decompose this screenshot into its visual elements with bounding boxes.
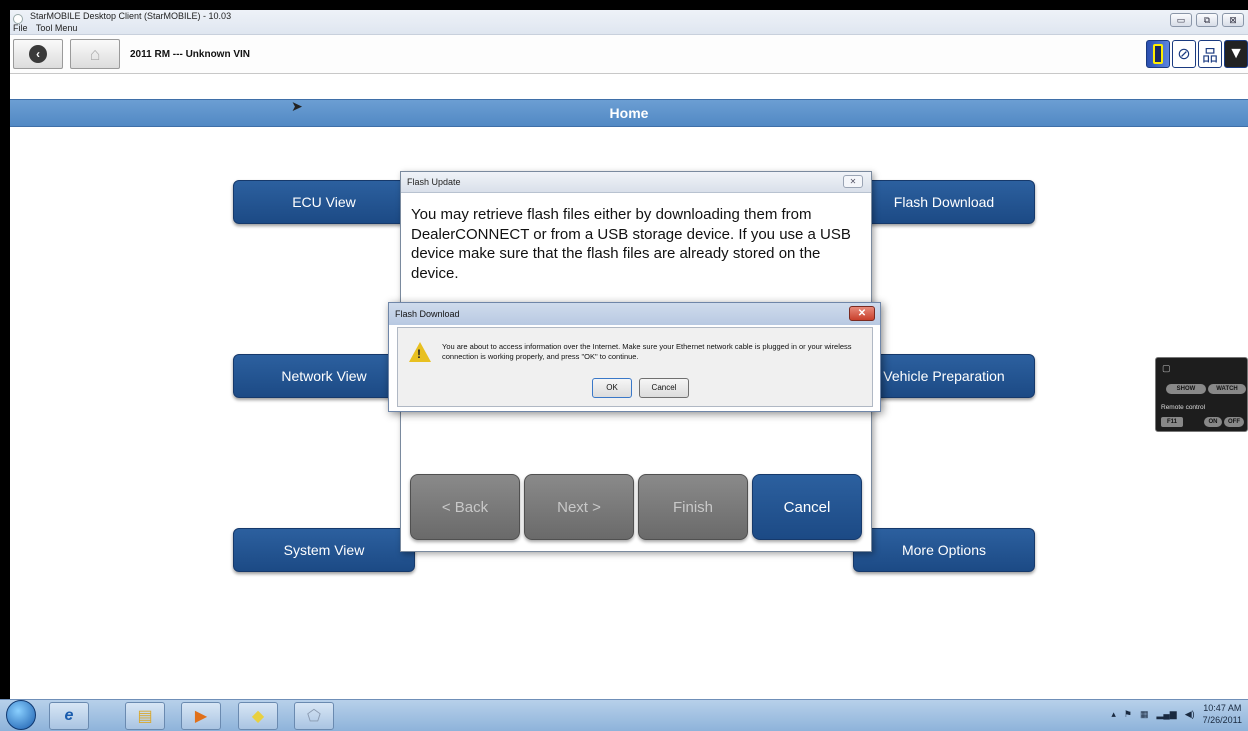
flash-download-button[interactable]: Flash Download <box>853 180 1035 224</box>
start-button[interactable] <box>6 700 36 730</box>
home-button[interactable]: ⌂ <box>70 39 120 69</box>
menu-file[interactable]: File <box>13 23 28 33</box>
internet-explorer-icon[interactable]: e <box>49 702 89 730</box>
close-button[interactable]: ⊠ <box>1222 13 1244 27</box>
network-icon: 品 <box>1198 40 1222 68</box>
window-title: StarMOBILE Desktop Client (StarMOBILE) -… <box>30 11 232 21</box>
menu-bar: File Tool Menu <box>13 23 83 33</box>
cancel-button[interactable]: Cancel <box>639 378 689 398</box>
off-toggle[interactable]: OFF <box>1224 417 1244 427</box>
system-tray: ▴ ⚑ ▦ ▂▄▆ ◀) 10:47 AM 7/26/2011 <box>1111 702 1242 726</box>
next-wizard-button[interactable]: Next > <box>524 474 634 540</box>
watch-toggle[interactable]: WATCH <box>1208 384 1246 394</box>
menu-tool-menu[interactable]: Tool Menu <box>36 23 78 33</box>
back-wizard-button[interactable]: < Back <box>410 474 520 540</box>
remote-key: F11 <box>1161 417 1183 427</box>
finish-wizard-button[interactable]: Finish <box>638 474 748 540</box>
flash-update-close-button[interactable]: ✕ <box>843 175 863 188</box>
flash-download-close-button[interactable]: ✕ <box>849 306 875 321</box>
back-arrow-icon: ‹ <box>29 45 47 63</box>
flash-download-dialog: Flash Download ✕ ! You are about to acce… <box>388 302 881 412</box>
flash-download-body: ! You are about to access information ov… <box>397 327 873 407</box>
toolbar: ‹ ⌂ 2011 RM --- Unknown VIN ⊘ 品 ▼ <box>10 35 1248 74</box>
back-button[interactable]: ‹ <box>13 39 63 69</box>
clock-time: 10:47 AM <box>1203 703 1242 713</box>
flag-icon[interactable]: ⚑ <box>1124 709 1132 720</box>
remote-control-widget: ▢ SHOW WATCH Remote control F11 ON OFF <box>1155 357 1248 432</box>
remote-control-label: Remote control <box>1161 404 1206 411</box>
connector-icon: ▼ <box>1224 40 1248 68</box>
vehicle-info: 2011 RM --- Unknown VIN <box>130 49 251 60</box>
remote-chat-icon: ▢ <box>1162 363 1171 373</box>
starmobile-app-icon[interactable]: ⬠ <box>294 702 334 730</box>
signal-icon[interactable]: ▂▄▆ <box>1156 709 1176 720</box>
title-bar: StarMOBILE Desktop Client (StarMOBILE) -… <box>10 10 1248 35</box>
show-toggle[interactable]: SHOW <box>1166 384 1206 394</box>
app-launcher-icon[interactable]: ◆ <box>238 702 278 730</box>
volume-icon[interactable]: ◀) <box>1185 709 1195 720</box>
flash-update-title: Flash Update <box>401 172 871 193</box>
minimize-button[interactable]: ▭ <box>1170 13 1192 27</box>
flash-download-message: You are about to access information over… <box>442 342 852 361</box>
media-player-icon[interactable]: ▶ <box>181 702 221 730</box>
on-toggle[interactable]: ON <box>1204 417 1222 427</box>
flash-update-message: You may retrieve flash files either by d… <box>411 206 851 282</box>
home-icon: ⌂ <box>89 43 101 64</box>
mouse-cursor-icon: ➤ <box>291 98 303 114</box>
battery-icon <box>1146 40 1170 68</box>
more-options-button[interactable]: More Options <box>853 528 1035 572</box>
maximize-button[interactable]: ⧉ <box>1196 13 1218 27</box>
page-title: Home <box>10 99 1248 127</box>
show-hidden-icons-icon[interactable]: ▴ <box>1111 709 1116 720</box>
clock-date: 7/26/2011 <box>1202 715 1242 725</box>
app-window: StarMOBILE Desktop Client (StarMOBILE) -… <box>10 10 1248 699</box>
wireless-off-icon: ⊘ <box>1172 40 1196 68</box>
ecu-view-button[interactable]: ECU View <box>233 180 415 224</box>
flash-download-title: Flash Download <box>389 303 880 325</box>
taskbar: e ▤ ▶ ◆ ⬠ ▴ ⚑ ▦ ▂▄▆ ◀) 10:47 AM 7/26/201… <box>0 699 1248 731</box>
ok-button[interactable]: OK <box>592 378 632 398</box>
warning-mark-icon: ! <box>417 347 421 361</box>
cancel-wizard-button[interactable]: Cancel <box>752 474 862 540</box>
system-view-button[interactable]: System View <box>233 528 415 572</box>
network-tray-icon[interactable]: ▦ <box>1140 709 1149 720</box>
clock[interactable]: 10:47 AM 7/26/2011 <box>1203 702 1242 726</box>
file-explorer-icon[interactable]: ▤ <box>125 702 165 730</box>
status-icons: ⊘ 品 ▼ <box>1146 40 1248 68</box>
